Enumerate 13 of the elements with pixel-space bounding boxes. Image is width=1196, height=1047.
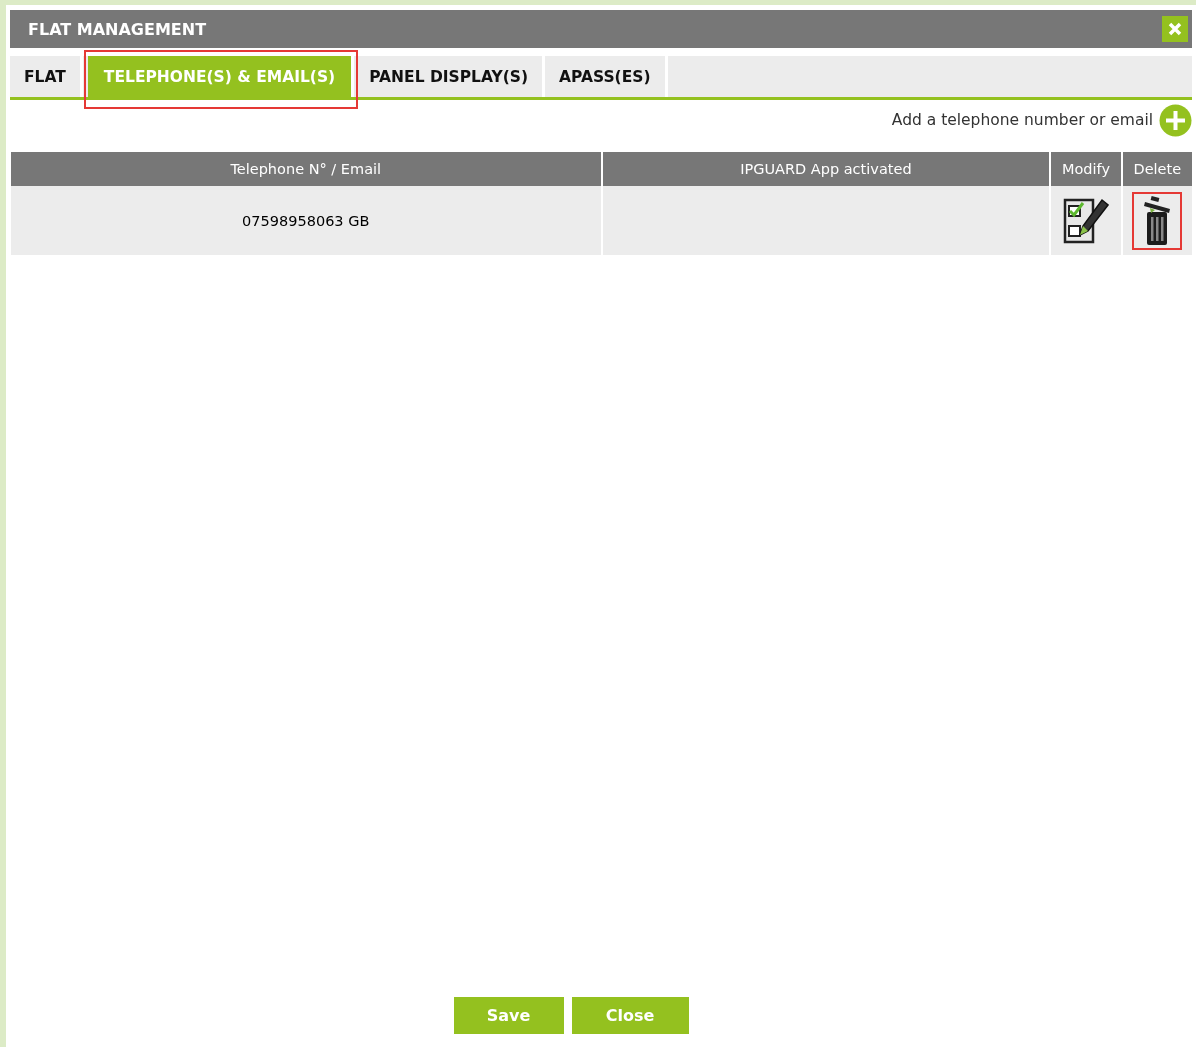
tab[interactable]: FLAT [10, 56, 83, 97]
window-title: FLAT MANAGEMENT [28, 19, 207, 39]
column-header: Delete [1121, 152, 1192, 186]
checklist-pencil-icon[interactable] [1062, 196, 1109, 245]
column-header: IPGUARD App activated [601, 152, 1051, 186]
column-header: Telephone N° / Email [11, 152, 602, 186]
column-header: Modify [1050, 152, 1122, 186]
close-icon [1168, 22, 1182, 36]
tab[interactable]: APASS(ES) [545, 56, 668, 97]
tab[interactable]: PANEL DISPLAY(S) [355, 56, 546, 97]
trash-can-icon[interactable] [1142, 195, 1173, 246]
table-cell: 07598958063 GB [11, 186, 602, 255]
add-contact-link[interactable]: Add a telephone number or email [891, 111, 1153, 129]
